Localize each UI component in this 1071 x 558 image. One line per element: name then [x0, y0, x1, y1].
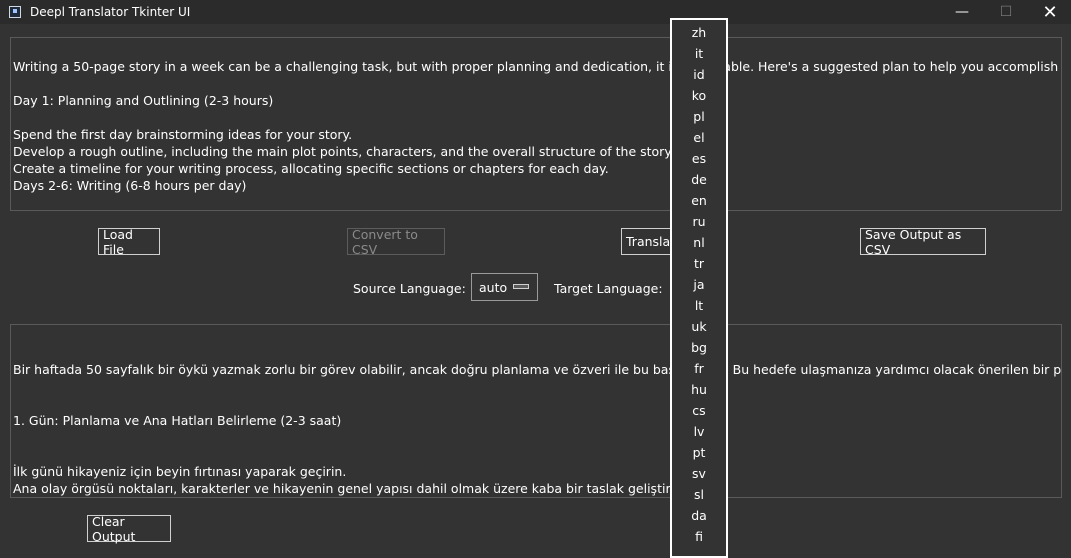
input-line: Days 2-6: Writing (6-8 hours per day) [13, 178, 247, 193]
language-option-id[interactable]: id [672, 65, 726, 85]
language-option-tr[interactable]: tr [672, 254, 726, 274]
app-icon [9, 6, 21, 18]
language-option-bg[interactable]: bg [672, 338, 726, 358]
language-option-zh[interactable]: zh [672, 23, 726, 43]
source-language-value: auto [479, 279, 508, 295]
language-option-en[interactable]: en [672, 191, 726, 211]
maximize-icon[interactable]: ☐ [983, 0, 1029, 24]
language-option-fi[interactable]: fi [672, 527, 726, 547]
clear-output-button[interactable]: Clear Output [87, 514, 171, 544]
output-line: 1. Gün: Planlama ve Ana Hatları Belirlem… [13, 413, 342, 428]
source-language-select[interactable]: auto [471, 273, 538, 301]
language-option-it[interactable]: it [672, 44, 726, 64]
save-output-button[interactable]: Save Output as CSV [860, 227, 986, 257]
input-textbox[interactable]: Writing a 50-page story in a week can be… [10, 37, 1062, 211]
language-option-de[interactable]: de [672, 170, 726, 190]
target-language-label: Target Language: [554, 281, 663, 296]
input-line: Day 1: Planning and Outlining (2-3 hours… [13, 93, 274, 108]
language-option-lv[interactable]: lv [672, 422, 726, 442]
language-option-fr[interactable]: fr [672, 359, 726, 379]
language-option-cs[interactable]: cs [672, 401, 726, 421]
language-option-sl[interactable]: sl [672, 485, 726, 505]
output-line: Bir haftada 50 sayfalık bir öykü yazmak … [13, 362, 1062, 377]
option-indicator-icon [513, 284, 529, 289]
language-option-el[interactable]: el [672, 128, 726, 148]
output-line: Ana olay örgüsü noktaları, karakterler v… [13, 481, 686, 496]
language-option-ko[interactable]: ko [672, 86, 726, 106]
convert-csv-button[interactable]: Convert to CSV [347, 227, 445, 257]
language-option-pt[interactable]: pt [672, 443, 726, 463]
input-line: Writing a 50-page story in a week can be… [13, 59, 1062, 74]
language-option-da[interactable]: da [672, 506, 726, 526]
language-option-uk[interactable]: uk [672, 317, 726, 337]
input-line: Develop a rough outline, including the m… [13, 144, 674, 159]
target-language-dropdown[interactable]: zh it id ko pl el es de en ru nl tr ja lt uk bg fr hu cs lv… [670, 18, 728, 558]
language-option-sv[interactable]: sv [672, 464, 726, 484]
language-option-ja[interactable]: ja [672, 275, 726, 295]
language-option-es[interactable]: es [672, 149, 726, 169]
output-line: İlk günü hikayeniz için beyin fırtınası … [13, 464, 347, 479]
minimize-icon[interactable]: — [939, 0, 985, 24]
input-line: Create a timeline for your writing proce… [13, 161, 609, 176]
load-file-button[interactable]: Load File [98, 227, 160, 257]
window-title: Deepl Translator Tkinter UI [30, 5, 191, 19]
title-bar: Deepl Translator Tkinter UI — ☐ ✕ [0, 0, 1071, 24]
output-textbox[interactable]: Bir haftada 50 sayfalık bir öykü yazmak … [10, 324, 1062, 498]
source-language-label: Source Language: [353, 281, 466, 296]
language-option-ru[interactable]: ru [672, 212, 726, 232]
language-option-hu[interactable]: hu [672, 380, 726, 400]
close-icon[interactable]: ✕ [1027, 0, 1071, 24]
language-option-lt[interactable]: lt [672, 296, 726, 316]
input-line: Spend the first day brainstorming ideas … [13, 127, 353, 142]
language-option-nl[interactable]: nl [672, 233, 726, 253]
language-option-pl[interactable]: pl [672, 107, 726, 127]
